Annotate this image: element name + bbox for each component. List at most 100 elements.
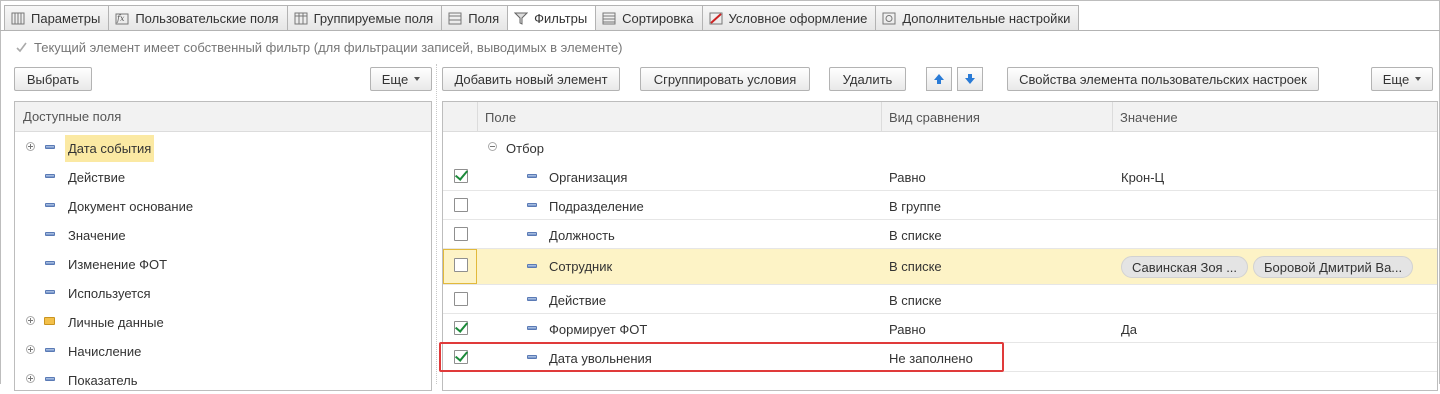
delete-button[interactable]: Удалить xyxy=(829,67,906,91)
comparison-cell[interactable]: В списке xyxy=(889,259,942,274)
move-down-button[interactable] xyxy=(957,67,983,91)
add-element-label: Добавить новый элемент xyxy=(454,71,608,87)
right-more-button[interactable]: Еще xyxy=(1371,67,1433,91)
field-cell: Действие xyxy=(549,293,607,308)
tree-item-label: Действие xyxy=(68,170,126,185)
use-checkbox[interactable] xyxy=(454,258,468,272)
comparison-cell[interactable]: Не заполнено xyxy=(889,351,973,366)
value-cell[interactable]: Крон-Ц xyxy=(1121,170,1164,185)
tree-item-label: Начисление xyxy=(68,344,142,359)
select-button[interactable]: Выбрать xyxy=(14,67,92,91)
left-more-button[interactable]: Еще xyxy=(370,67,432,91)
comparison-cell[interactable]: В списке xyxy=(889,228,942,243)
table-row[interactable]: Подразделение В группе xyxy=(443,191,1437,220)
folder-icon xyxy=(44,317,55,325)
column-header-comparison[interactable]: Вид сравнения xyxy=(881,102,1112,132)
more-label: Еще xyxy=(381,71,409,87)
element-properties-label: Свойства элемента пользовательских настр… xyxy=(1019,71,1307,87)
available-fields-header: Доступные поля xyxy=(15,102,431,132)
tree-item-label: Личные данные xyxy=(68,315,164,330)
tree-item-label: Значение xyxy=(68,228,126,243)
comparison-cell[interactable]: В группе xyxy=(889,199,941,214)
table-row-selected[interactable]: Сотрудник В списке Савинская Зоя ... Бор… xyxy=(443,249,1437,285)
tab-grouped-fields[interactable]: Группируемые поля xyxy=(286,5,442,31)
tree-item-label: Используется xyxy=(68,286,151,301)
function-icon: fx xyxy=(115,12,129,25)
field-icon xyxy=(45,145,55,149)
tab-label: Пользовательские поля xyxy=(135,10,279,26)
tree-item-label: Документ основание xyxy=(68,199,194,214)
more-label: Еще xyxy=(1382,71,1410,87)
panel-splitter[interactable] xyxy=(436,64,437,384)
field-icon xyxy=(45,261,55,265)
grid-icon xyxy=(294,12,308,25)
use-checkbox[interactable] xyxy=(454,227,468,241)
table-row[interactable]: Должность В списке xyxy=(443,220,1437,249)
tab-label: Параметры xyxy=(31,10,101,26)
tab-filters[interactable]: Фильтры xyxy=(507,5,596,31)
tab-fields[interactable]: Поля xyxy=(441,5,508,31)
move-up-button[interactable] xyxy=(926,67,952,91)
column-title: Вид сравнения xyxy=(889,109,980,125)
field-cell: Организация xyxy=(549,170,628,185)
filter-icon xyxy=(513,12,529,25)
table-row[interactable]: Формирует ФОТ Равно Да xyxy=(443,314,1437,343)
checkmark-icon xyxy=(15,41,28,54)
tab-label: Сортировка xyxy=(622,10,694,26)
use-checkbox[interactable] xyxy=(454,169,468,183)
tab-parameters[interactable]: Параметры xyxy=(4,5,109,31)
tree-item-label: Дата события xyxy=(65,135,155,162)
expand-icon[interactable] xyxy=(26,374,35,383)
table-row[interactable]: Дата увольнения Не заполнено xyxy=(443,343,1437,372)
comparison-cell[interactable]: Равно xyxy=(889,322,926,337)
tab-additional-settings[interactable]: Дополнительные настройки xyxy=(875,5,1080,31)
group-conditions-label: Сгруппировать условия xyxy=(653,71,797,87)
available-fields-title: Доступные поля xyxy=(23,109,122,124)
field-icon xyxy=(45,290,55,294)
comparison-cell[interactable]: В списке xyxy=(889,293,942,308)
value-chip[interactable]: Боровой Дмитрий Ва... xyxy=(1253,256,1414,278)
expand-icon[interactable] xyxy=(26,142,35,151)
field-icon xyxy=(527,297,537,301)
tab-conditional-format[interactable]: Условное оформление xyxy=(701,5,876,31)
tab-divider xyxy=(0,30,1440,31)
column-header-field[interactable]: Поле xyxy=(477,102,881,132)
field-icon xyxy=(45,174,55,178)
sort-icon xyxy=(602,12,616,25)
tree-item-label: Показатель xyxy=(68,373,138,388)
expand-icon[interactable] xyxy=(26,345,35,354)
tab-custom-fields[interactable]: fx Пользовательские поля xyxy=(108,5,287,31)
field-icon xyxy=(45,348,55,352)
column-header-value[interactable]: Значение xyxy=(1112,102,1437,132)
field-icon xyxy=(527,203,537,207)
column-title: Значение xyxy=(1120,109,1178,125)
tab-label: Поля xyxy=(468,10,500,26)
chevron-down-icon xyxy=(1415,77,1422,81)
filters-table[interactable]: Поле Вид сравнения Значение Отбор Органи… xyxy=(442,101,1438,391)
field-cell: Должность xyxy=(549,228,615,243)
expand-icon[interactable] xyxy=(26,316,35,325)
settings-icon xyxy=(882,12,896,25)
comparison-cell[interactable]: Равно xyxy=(889,170,926,185)
tab-bar: Параметры fx Пользовательские поля Групп… xyxy=(4,5,1080,31)
table-row[interactable]: Организация Равно Крон-Ц xyxy=(443,162,1437,191)
use-checkbox[interactable] xyxy=(454,321,468,335)
field-cell: Формирует ФОТ xyxy=(549,322,648,337)
table-group-row[interactable]: Отбор xyxy=(443,133,1437,162)
field-cell: Подразделение xyxy=(549,199,644,214)
tab-label: Фильтры xyxy=(534,10,588,26)
tab-sorting[interactable]: Сортировка xyxy=(595,5,702,31)
use-checkbox[interactable] xyxy=(454,292,468,306)
use-checkbox[interactable] xyxy=(454,350,468,364)
value-chip[interactable]: Савинская Зоя ... xyxy=(1121,256,1249,278)
table-row[interactable]: Действие В списке xyxy=(443,285,1437,314)
group-conditions-button[interactable]: Сгруппировать условия xyxy=(640,67,810,91)
collapse-icon[interactable] xyxy=(488,142,497,151)
field-icon xyxy=(527,174,537,178)
use-checkbox[interactable] xyxy=(454,198,468,212)
available-fields-tree[interactable]: Доступные поля Дата события Действие Док… xyxy=(14,101,432,391)
field-icon xyxy=(45,203,55,207)
value-cell[interactable]: Да xyxy=(1121,322,1137,337)
add-element-button[interactable]: Добавить новый элемент xyxy=(442,67,620,91)
element-properties-button[interactable]: Свойства элемента пользовательских настр… xyxy=(1007,67,1319,91)
